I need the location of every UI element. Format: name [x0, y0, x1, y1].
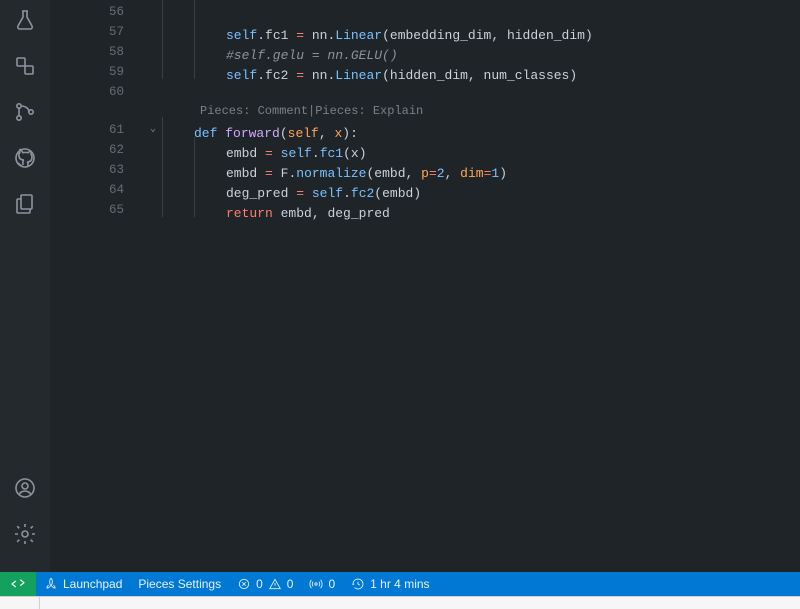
code-editor[interactable]: 5657self.fc1 = nn.Linear(embedding_dim, … — [50, 0, 800, 572]
status-pieces-settings[interactable]: Pieces Settings — [130, 572, 229, 596]
line-number: 59 — [50, 62, 146, 82]
test-beaker-icon[interactable] — [11, 6, 39, 34]
line-number: 60 — [50, 82, 146, 102]
status-errors-count: 0 — [256, 577, 263, 591]
window-chrome-bottom — [0, 596, 800, 609]
files-icon[interactable] — [11, 190, 39, 218]
source-control-icon[interactable] — [11, 98, 39, 126]
error-icon — [237, 577, 251, 591]
activity-bar — [0, 0, 50, 572]
containers-icon[interactable] — [11, 52, 39, 80]
status-warnings-count: 0 — [287, 577, 294, 591]
status-bar: Launchpad Pieces Settings 0 0 0 1 hr 4 m… — [0, 572, 800, 596]
status-pieces-settings-label: Pieces Settings — [138, 577, 221, 591]
warning-icon — [268, 577, 282, 591]
line-number: 63 — [50, 160, 146, 180]
status-time-label: 1 hr 4 mins — [370, 577, 429, 591]
status-launchpad-label: Launchpad — [63, 577, 122, 591]
broadcast-icon — [309, 577, 323, 591]
code-line[interactable]: 65return embd, deg_pred — [50, 200, 800, 220]
code-content[interactable] — [160, 82, 800, 102]
line-number: 65 — [50, 200, 146, 220]
code-content[interactable]: return embd, deg_pred — [160, 197, 800, 224]
settings-gear-icon[interactable] — [11, 520, 39, 548]
status-ports[interactable]: 0 — [301, 572, 343, 596]
status-launchpad[interactable]: Launchpad — [36, 572, 130, 596]
remote-indicator[interactable] — [0, 572, 36, 596]
line-number: 64 — [50, 180, 146, 200]
line-number: 58 — [50, 42, 146, 62]
fold-chevron-icon[interactable]: ⌄ — [146, 120, 160, 140]
status-problems[interactable]: 0 0 — [229, 572, 301, 596]
history-icon — [351, 577, 365, 591]
account-icon[interactable] — [11, 474, 39, 502]
status-ports-count: 0 — [328, 577, 335, 591]
github-icon[interactable] — [11, 144, 39, 172]
status-time-tracking[interactable]: 1 hr 4 mins — [343, 572, 437, 596]
code-line[interactable]: 59self.fc2 = nn.Linear(hidden_dim, num_c… — [50, 62, 800, 82]
line-number: 56 — [50, 2, 146, 22]
line-number: 57 — [50, 22, 146, 42]
code-line[interactable]: 60 — [50, 82, 800, 102]
line-number: 61 — [50, 120, 146, 140]
line-number: 62 — [50, 140, 146, 160]
